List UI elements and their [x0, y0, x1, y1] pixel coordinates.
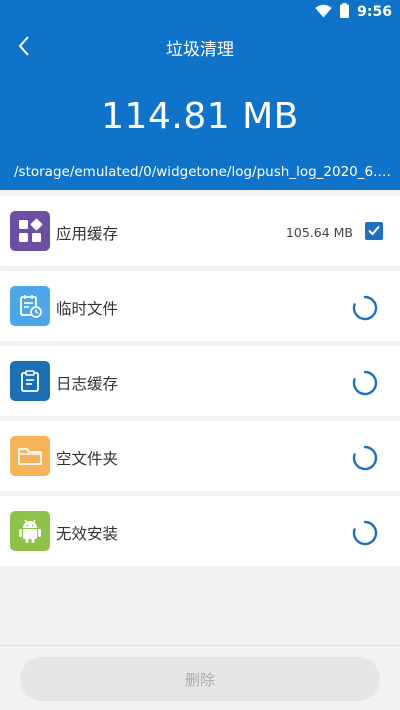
status-time: 9:56	[357, 4, 392, 20]
list-item-size: 105.64 MB	[285, 225, 353, 240]
total-junk-size: 114.81 MB	[101, 96, 299, 137]
nav-bar: 垃圾清理	[0, 24, 400, 70]
checkmark-icon	[367, 222, 381, 241]
android-icon	[10, 511, 50, 551]
folder-icon	[10, 436, 50, 476]
list-item-label: 日志缓存	[56, 375, 119, 393]
status-bar: 9:56	[0, 0, 400, 24]
bottom-action-bar: 删除	[0, 645, 400, 710]
list-item-label: 临时文件	[56, 300, 119, 318]
list-item-temp-files[interactable]: 临时文件	[0, 271, 400, 341]
loading-spinner-icon	[352, 295, 378, 321]
list-item-label: 无效安装	[56, 525, 119, 543]
battery-icon	[340, 2, 350, 22]
list-item-app-cache[interactable]: 应用缓存 105.64 MB	[0, 196, 400, 266]
app-grid-icon	[10, 211, 50, 251]
list-item-label: 空文件夹	[56, 450, 119, 468]
temp-file-icon	[10, 286, 50, 326]
loading-spinner-icon	[352, 445, 378, 471]
list-item-empty-folders[interactable]: 空文件夹	[0, 421, 400, 491]
scan-path: /storage/emulated/0/widgetone/log/push_l…	[14, 164, 392, 180]
list-item-label: 应用缓存	[56, 225, 119, 243]
delete-button[interactable]: 删除	[20, 657, 380, 701]
clipboard-icon	[10, 361, 50, 401]
app-cache-checkbox[interactable]	[365, 222, 383, 240]
list-item-log-cache[interactable]: 日志缓存	[0, 346, 400, 416]
junk-category-list: 应用缓存 105.64 MB 临时文件 日志缓存 空文件夹 无效安装	[0, 196, 400, 571]
list-item-invalid-installs[interactable]: 无效安装	[0, 496, 400, 566]
page-title: 垃圾清理	[166, 40, 234, 60]
loading-spinner-icon	[352, 520, 378, 546]
header: 9:56 垃圾清理 114.81 MB /storage/emulated/0/…	[0, 0, 400, 190]
wifi-icon	[315, 3, 332, 22]
status-icons: 9:56	[315, 2, 392, 22]
loading-spinner-icon	[352, 370, 378, 396]
